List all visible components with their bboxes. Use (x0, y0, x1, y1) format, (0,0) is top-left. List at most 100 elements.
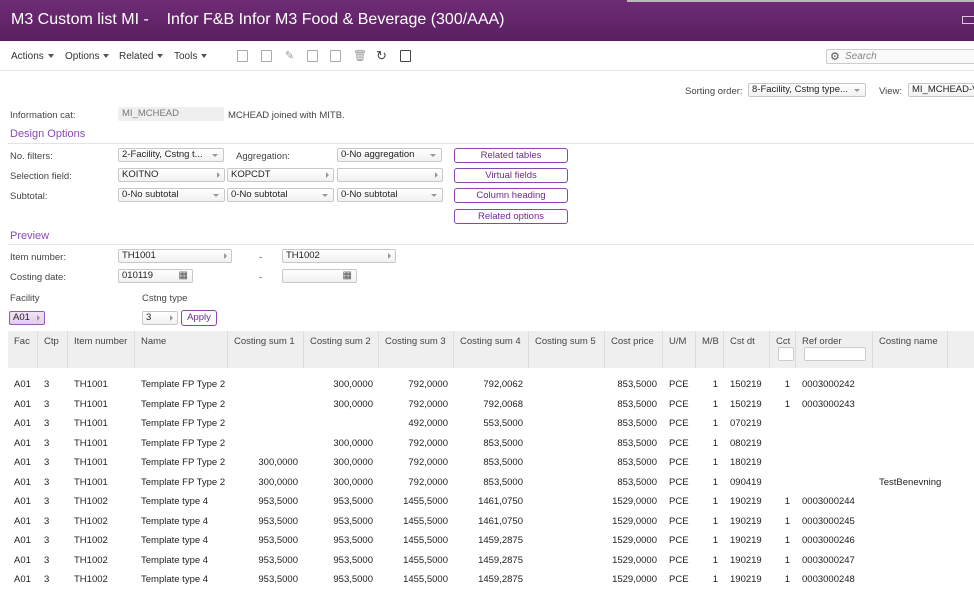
column-header-name[interactable]: Name (135, 331, 228, 368)
subtotal-2-value: 0-No subtotal (231, 189, 288, 200)
selection-field-3[interactable] (337, 168, 443, 182)
column-header-costing-sum-5[interactable]: Costing sum 5 (529, 331, 605, 368)
subtotal-select-2[interactable]: 0-No subtotal (227, 188, 334, 202)
column-header-fac[interactable]: Fac (8, 331, 38, 368)
column-heading-button[interactable]: Column heading (454, 188, 568, 203)
display-icon[interactable] (330, 50, 341, 62)
chevron-right-icon (388, 253, 391, 259)
costing-date-from-field[interactable]: 010119 ▦ (118, 269, 193, 283)
cell-costing-sum-3: 1455,5000 (403, 535, 448, 546)
cell-u-m: PCE (669, 476, 689, 488)
table-row[interactable]: A01 3 TH1002 Template type 4 953,5000 953,500… (8, 491, 974, 511)
calendar-icon[interactable]: ▦ (179, 270, 188, 282)
table-row[interactable]: A01 3 TH1001 Template FP Type 2 300,0000 792,… (8, 374, 974, 394)
apply-button[interactable]: Apply (181, 310, 217, 326)
column-header-label: M/B (702, 336, 719, 347)
related-options-button[interactable]: Related options (454, 209, 568, 224)
item-number-to-field[interactable]: TH1002 (282, 249, 396, 263)
view-select[interactable]: MI_MCHEAD-V (908, 83, 974, 97)
copy-icon[interactable] (307, 50, 318, 62)
cell-ctp: 3 (44, 476, 50, 488)
open-icon[interactable] (261, 50, 272, 62)
cstng-type-field[interactable]: 3 (142, 311, 178, 325)
cstng-type-value: 3 (146, 312, 152, 323)
cell-cct: 1 (784, 554, 790, 566)
cell-fac: A01 (14, 535, 31, 546)
column-filter-input[interactable] (778, 347, 794, 361)
delete-icon[interactable]: 🗑 (353, 50, 367, 62)
design-options-heading: Design Options (10, 128, 86, 140)
column-header-costing-name[interactable]: Costing name (873, 331, 948, 368)
selection-field-1[interactable]: KOITNO (118, 168, 225, 182)
menu-tools[interactable]: Tools (174, 51, 208, 62)
table-row[interactable]: A01 3 TH1001 Template FP Type 2 300,0000 792,… (8, 433, 974, 453)
cell-costing-sum-1: 953,5000 (258, 515, 298, 527)
column-header-ctp[interactable]: Ctp (38, 331, 68, 368)
column-header-empty (948, 331, 974, 368)
table-row[interactable]: A01 3 TH1001 Template FP Type 2 300,0000 300,… (8, 452, 974, 472)
cell-item-number: TH1002 (74, 554, 108, 566)
chevron-right-icon (435, 172, 438, 178)
virtual-fields-button[interactable]: Virtual fields (454, 168, 568, 183)
cell-m-b: 1 (712, 398, 718, 410)
menu-actions[interactable]: Actions (11, 51, 54, 62)
column-header-label: U/M (669, 336, 687, 347)
table-row[interactable]: A01 3 TH1002 Template type 4 953,5000 953,500… (8, 530, 974, 550)
cell-costing-sum-1: 300,0000 (258, 476, 298, 488)
column-header-m-b[interactable]: M/B (696, 331, 724, 368)
document-icon[interactable] (400, 50, 411, 62)
table-row[interactable]: A01 3 TH1002 Template type 4 953,5000 953,500… (8, 569, 974, 589)
column-header-ref-order[interactable]: Ref order (796, 331, 873, 368)
edit-icon[interactable]: ✎ (284, 50, 295, 62)
column-header-costing-sum-4[interactable]: Costing sum 4 (454, 331, 529, 368)
related-tables-button[interactable]: Related tables (454, 148, 568, 163)
subtotal-label: Subtotal: (10, 191, 48, 202)
table-row[interactable]: A01 3 TH1002 Template type 4 953,5000 953,500… (8, 511, 974, 531)
column-header-label: Costing sum 1 (234, 336, 295, 347)
cell-cst-dt: 190219 (730, 535, 762, 546)
costing-date-to-field[interactable]: ▦ (282, 269, 357, 283)
chevron-right-icon (170, 315, 173, 321)
column-filter-input[interactable] (804, 347, 866, 361)
no-filters-select[interactable]: 2-Facility, Cstng t... (118, 148, 224, 162)
calendar-icon[interactable]: ▦ (343, 270, 352, 282)
selection-field-2[interactable]: KOPCDT (227, 168, 334, 182)
cell-m-b: 1 (712, 535, 718, 546)
cell-u-m: PCE (669, 515, 689, 527)
aggregation-select[interactable]: 0-No aggregation (337, 148, 442, 162)
column-header-u-m[interactable]: U/M (663, 331, 696, 368)
table-row[interactable]: A01 3 TH1001 Template FP Type 2 492,0000 553,… (8, 413, 974, 433)
cell-ref-order: 0003000242 (802, 379, 855, 390)
subtotal-select-1[interactable]: 0-No subtotal (118, 188, 225, 202)
column-header-cct[interactable]: Cct (770, 331, 796, 368)
refresh-icon[interactable]: ↻ (376, 49, 387, 62)
range-dash: - (259, 252, 263, 263)
table-row[interactable]: A01 3 TH1002 Template type 4 953,5000 953,500… (8, 550, 974, 570)
window-restore-icon[interactable] (962, 16, 974, 24)
column-header-costing-sum-1[interactable]: Costing sum 1 (228, 331, 304, 368)
search-input[interactable]: ⚙ Search (826, 49, 974, 64)
cell-m-b: 1 (712, 515, 718, 527)
cell-cst-dt: 150219 (730, 379, 762, 390)
column-header-costing-sum-2[interactable]: Costing sum 2 (304, 331, 379, 368)
table-row[interactable]: A01 3 TH1001 Template FP Type 2 300,0000 792,… (8, 394, 974, 414)
column-header-item-number[interactable]: Item number (68, 331, 135, 368)
menu-options[interactable]: Options (65, 51, 110, 62)
facility-field[interactable]: A01 (9, 311, 45, 325)
new-icon[interactable] (237, 50, 248, 62)
cell-item-number: TH1002 (74, 574, 108, 585)
column-header-cst-dt[interactable]: Cst dt (724, 331, 770, 368)
sorting-order-select[interactable]: 8-Facility, Cstng type... (748, 83, 866, 97)
menu-related[interactable]: Related (119, 51, 164, 62)
column-header-costing-sum-3[interactable]: Costing sum 3 (379, 331, 454, 368)
gear-icon[interactable]: ⚙ (830, 50, 840, 63)
cell-cost-price: 853,5000 (617, 398, 657, 410)
item-number-from-field[interactable]: TH1001 (118, 249, 232, 263)
cell-ctp: 3 (44, 398, 50, 410)
no-filters-value: 2-Facility, Cstng t... (122, 149, 203, 160)
column-header-cost-price[interactable]: Cost price (605, 331, 663, 368)
subtotal-select-3[interactable]: 0-No subtotal (337, 188, 443, 202)
table-row[interactable]: A01 3 TH1001 Template FP Type 2 300,0000 300,… (8, 472, 974, 492)
caret-down-icon (201, 54, 208, 59)
cell-u-m: PCE (669, 457, 689, 468)
